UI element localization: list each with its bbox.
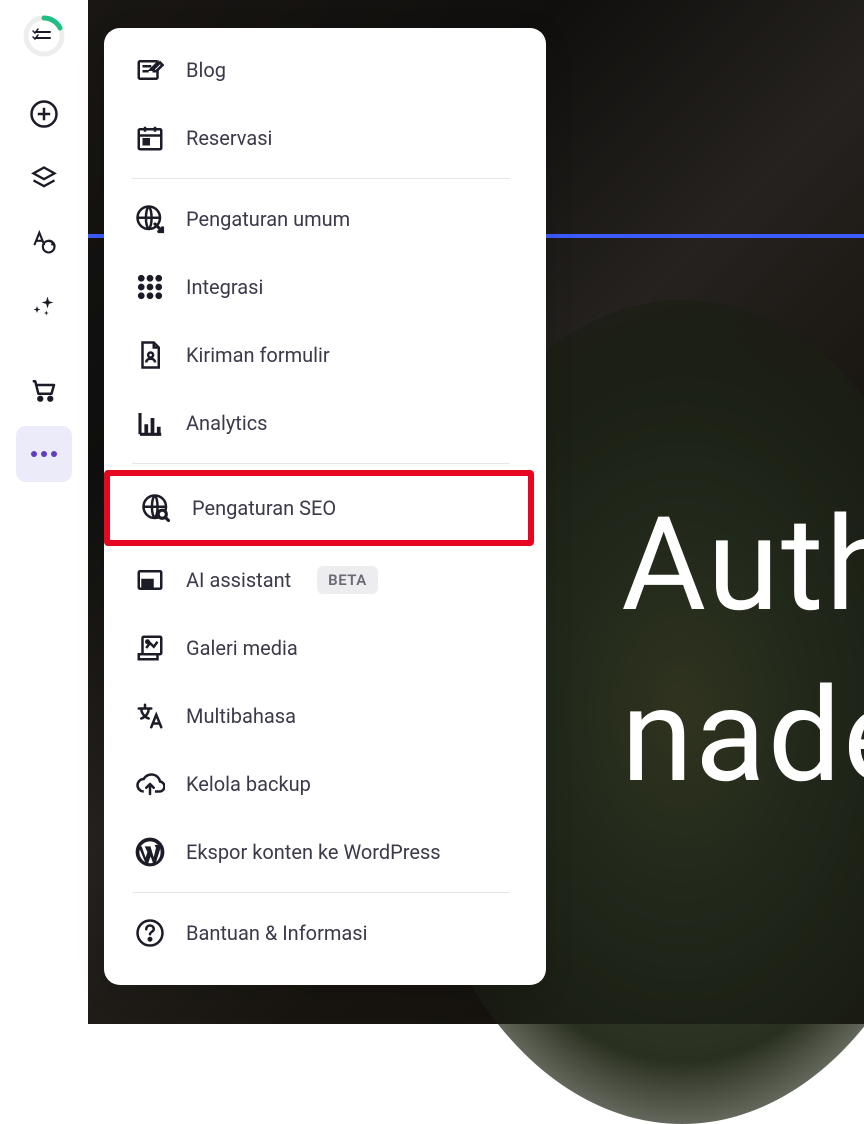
menu-divider [132,463,510,464]
menu-item-reservation[interactable]: Reservasi [104,104,534,172]
more-menu-popup: Blog Reservasi [104,28,546,985]
more-menu-scroll[interactable]: Blog Reservasi [104,36,546,967]
add-icon[interactable] [16,86,72,142]
menu-item-label: Kelola backup [186,772,311,796]
menu-item-media[interactable]: Galeri media [104,614,534,682]
calendar-icon [134,122,166,154]
left-sidebar [0,0,88,1024]
more-icon[interactable] [16,426,72,482]
menu-item-label: Pengaturan umum [186,207,350,231]
bar-chart-icon [134,407,166,439]
layers-icon[interactable] [16,150,72,206]
typography-palette-icon[interactable] [16,214,72,270]
menu-item-label: Reservasi [186,126,272,150]
progress-ring-icon[interactable] [22,14,66,58]
menu-item-label: Blog [186,58,226,82]
document-person-icon [134,339,166,371]
cloud-upload-icon [134,768,166,800]
translate-icon [134,700,166,732]
menu-item-label: AI assistant [186,568,291,592]
menu-item-export[interactable]: Ekspor konten ke WordPress [104,818,534,886]
beta-badge: BETA [317,566,378,594]
sparkle-icon[interactable] [16,278,72,334]
hero-text-line: nade [621,659,864,812]
wordpress-icon [134,836,166,868]
menu-item-label: Pengaturan SEO [192,496,336,520]
window-icon [134,564,166,596]
menu-item-seo[interactable]: Pengaturan SEO [110,476,528,540]
cart-icon[interactable] [16,362,72,418]
menu-item-label: Bantuan & Informasi [186,921,367,945]
menu-item-general[interactable]: Pengaturan umum [104,185,534,253]
hero-text-line: Auth [621,488,864,641]
blog-icon [134,54,166,86]
menu-item-ai[interactable]: AI assistant BETA [104,546,534,614]
menu-item-label: Ekspor konten ke WordPress [186,840,441,864]
globe-search-icon [140,492,172,524]
menu-item-help[interactable]: Bantuan & Informasi [104,899,534,967]
menu-item-label: Analytics [186,411,268,435]
grid-dots-icon [134,271,166,303]
menu-item-label: Integrasi [186,275,263,299]
menu-item-blog[interactable]: Blog [104,36,534,104]
menu-item-label: Kiriman formulir [186,343,330,367]
menu-item-integration[interactable]: Integrasi [104,253,534,321]
menu-item-analytics[interactable]: Analytics [104,389,534,457]
menu-item-label: Multibahasa [186,704,296,728]
menu-divider [132,892,510,893]
image-stack-icon [134,632,166,664]
menu-item-form[interactable]: Kiriman formulir [104,321,534,389]
menu-item-backup[interactable]: Kelola backup [104,750,534,818]
menu-divider [132,178,510,179]
globe-share-icon [134,203,166,235]
help-icon [134,917,166,949]
menu-item-multilang[interactable]: Multibahasa [104,682,534,750]
menu-item-label: Galeri media [186,636,298,660]
highlight-annotation: Pengaturan SEO [104,470,534,546]
hero-text: Auth nade [621,480,864,822]
